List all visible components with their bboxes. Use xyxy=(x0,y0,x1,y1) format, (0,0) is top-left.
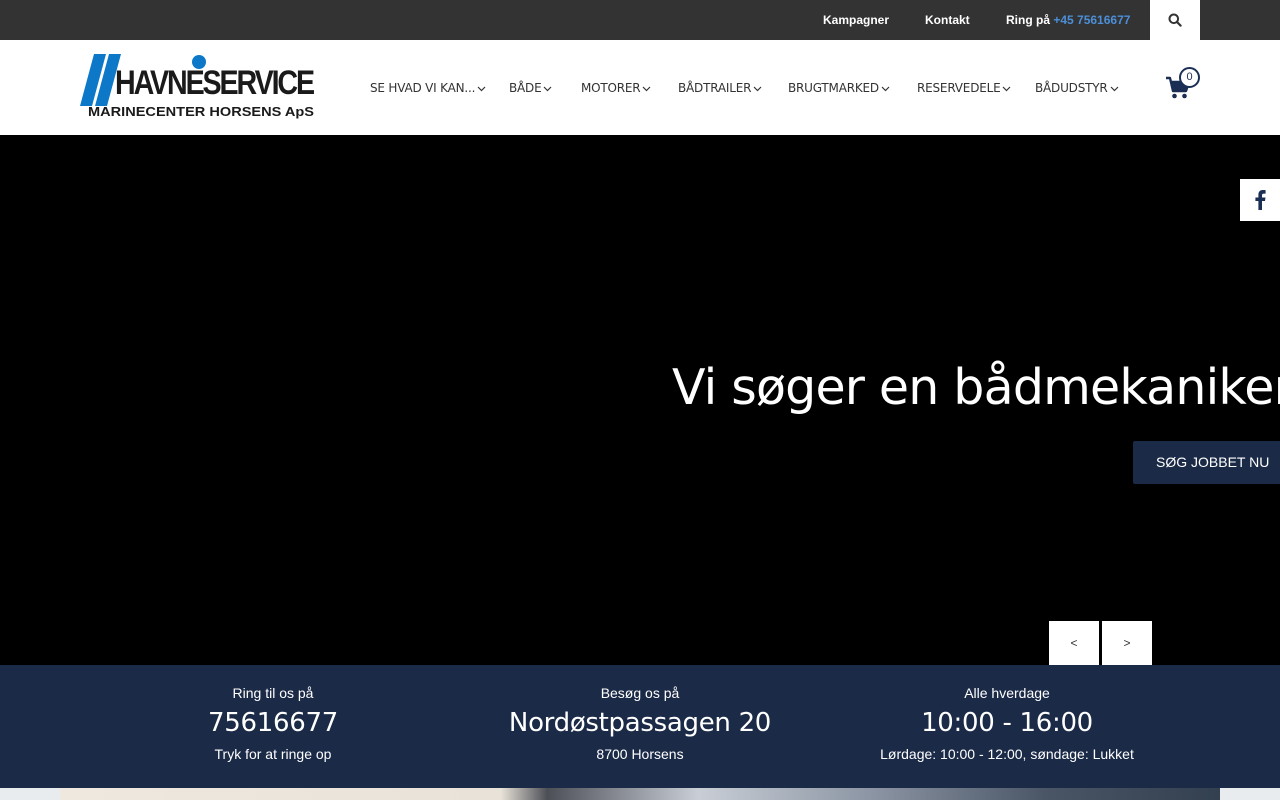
logo-text: HAVNESERVICE xyxy=(115,64,315,102)
chevron-down-icon xyxy=(881,86,890,91)
search-button[interactable] xyxy=(1150,0,1200,40)
nav-baade[interactable]: BÅDE xyxy=(509,40,552,135)
hero-cta-button[interactable]: SØG JOBBET NU xyxy=(1133,441,1280,484)
info-hours-value: 10:00 - 16:00 xyxy=(921,708,1093,738)
chevron-down-icon xyxy=(753,86,762,91)
nav-se-hvad-vi-kan[interactable]: SE HVAD VI KAN... xyxy=(370,40,486,135)
featured-photo xyxy=(60,788,1220,800)
nav-label: BÅDUDSTYR xyxy=(1035,81,1108,95)
nav-label: MOTORER xyxy=(581,81,641,95)
nav-baadtrailer[interactable]: BÅDTRAILER xyxy=(678,40,762,135)
top-link-kontakt[interactable]: Kontakt xyxy=(925,0,970,40)
hero-slider: Vi søger en bådmekaniker SØG JOBBET NU <… xyxy=(0,135,1280,665)
search-icon xyxy=(1168,13,1182,27)
top-call[interactable]: Ring på +45 75616677 xyxy=(1006,0,1130,40)
nav-label: SE HVAD VI KAN... xyxy=(370,81,476,95)
info-phone-note: Tryk for at ringe op xyxy=(214,746,332,762)
top-call-number[interactable]: +45 75616677 xyxy=(1053,13,1130,27)
nav-label: BÅDE xyxy=(509,81,542,95)
hero-title: Vi søger en bådmekaniker xyxy=(672,359,1280,416)
nav-label: BÅDTRAILER xyxy=(678,81,752,95)
info-phone-value[interactable]: 75616677 xyxy=(93,708,453,738)
contact-info-bar: Ring til os på 75616677 Tryk for at ring… xyxy=(0,665,1280,788)
info-address-value: Nordøstpassagen 20 xyxy=(508,708,772,738)
info-hours-label: Alle hverdage xyxy=(964,685,1050,701)
chevron-down-icon xyxy=(643,86,651,91)
top-call-prefix: Ring på xyxy=(1006,13,1054,27)
chevron-down-icon xyxy=(544,86,552,91)
nav-brugtmarked[interactable]: BRUGTMARKED xyxy=(788,40,890,135)
info-hours-note: Lørdage: 10:00 - 12:00, søndage: Lukket xyxy=(880,746,1134,762)
header: HAVNESERVICE MARINECENTER HORSENS ApS SE… xyxy=(0,40,1280,135)
facebook-button[interactable] xyxy=(1240,179,1280,221)
info-address-label: Besøg os på xyxy=(600,685,680,701)
slider-next-button[interactable]: > xyxy=(1102,621,1152,665)
logo-subtext: MARINECENTER HORSENS ApS xyxy=(88,104,314,119)
facebook-icon xyxy=(1255,190,1266,210)
top-link-kampagner[interactable]: Kampagner xyxy=(823,0,889,40)
chevron-down-icon xyxy=(477,86,486,91)
info-address-note: 8700 Horsens xyxy=(596,746,684,762)
havneservice-logo[interactable]: HAVNESERVICE MARINECENTER HORSENS ApS xyxy=(80,54,316,120)
slider-prev-button[interactable]: < xyxy=(1049,621,1099,665)
top-bar: Kampagner Kontakt Ring på +45 75616677 xyxy=(0,0,1280,40)
nav-reservedele[interactable]: RESERVEDELE xyxy=(917,40,1011,135)
nav-motorer[interactable]: MOTORER xyxy=(581,40,651,135)
cart-count-badge[interactable]: 0 xyxy=(1179,67,1200,88)
nav-label: RESERVEDELE xyxy=(917,81,1001,95)
chevron-down-icon xyxy=(1110,86,1118,91)
content-section-edge xyxy=(0,788,1280,800)
chevron-down-icon xyxy=(1003,86,1011,91)
nav-baadudstyr[interactable]: BÅDUDSTYR xyxy=(1035,40,1119,135)
info-phone-label: Ring til os på xyxy=(232,685,314,701)
nav-label: BRUGTMARKED xyxy=(788,81,879,95)
